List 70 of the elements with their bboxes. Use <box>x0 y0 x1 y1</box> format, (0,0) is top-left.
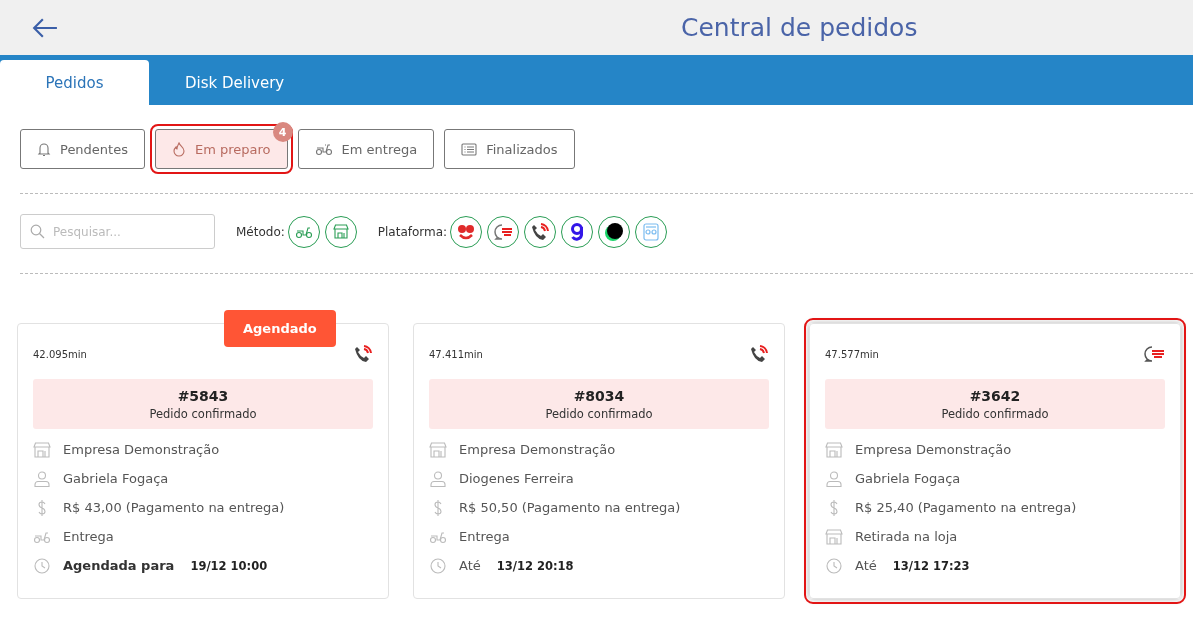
clock-icon <box>33 557 51 574</box>
bell-icon <box>37 141 51 157</box>
platform-filter-button[interactable] <box>561 215 594 248</box>
store-icon <box>33 441 51 458</box>
clock-icon <box>429 557 447 574</box>
scheduled-tag: Agendado <box>224 310 336 347</box>
customer-name: Diogenes Ferreira <box>459 471 574 486</box>
store-icon <box>429 441 447 458</box>
chat-icon <box>493 222 514 241</box>
company-name: Empresa Demonstração <box>459 442 616 457</box>
platform-filter-button[interactable] <box>524 215 557 248</box>
loop-logo-icon <box>569 221 586 242</box>
payment-info: R$ 25,40 (Pagamento na entrega) <box>855 500 1077 515</box>
robot-icon <box>642 221 661 242</box>
person-icon <box>33 470 51 487</box>
customer-name: Gabriela Fogaça <box>63 471 169 486</box>
back-arrow-icon[interactable] <box>32 16 58 39</box>
payment-info: R$ 50,50 (Pagamento na entrega) <box>459 500 681 515</box>
elapsed-time: 47.577min <box>825 348 879 360</box>
store-icon <box>332 224 349 239</box>
smiley-logo-icon <box>456 222 477 241</box>
platform-label: Plataforma: <box>377 224 448 239</box>
elapsed-time: 47.411min <box>429 348 483 360</box>
status-filter-button[interactable]: Finalizados <box>444 129 575 169</box>
page-title: Central de pedidos <box>681 13 918 42</box>
search-field[interactable]: Pesquisar... <box>20 214 215 249</box>
scooter-icon <box>294 224 313 239</box>
customer-name: Gabriela Fogaça <box>855 471 961 486</box>
list-icon <box>461 142 478 156</box>
chat-icon <box>1143 345 1165 363</box>
clock-icon <box>825 557 843 574</box>
tab[interactable]: Disk Delivery <box>149 60 321 105</box>
method-label: Método: <box>236 224 285 239</box>
search-icon <box>30 224 45 239</box>
phone-icon <box>530 221 551 242</box>
order-number: #8034 <box>573 387 625 404</box>
phone-icon <box>749 344 769 364</box>
delivery-method: Entrega <box>459 529 510 544</box>
phone-icon <box>353 344 373 364</box>
order-number: #5843 <box>177 387 229 404</box>
order-status: Pedido confirmado <box>545 406 653 421</box>
delivery-method: Retirada na loja <box>855 529 958 544</box>
platform-filter-button[interactable] <box>598 215 631 248</box>
company-name: Empresa Demonstração <box>63 442 220 457</box>
deadline-time: 19/12 10:00 <box>190 558 268 573</box>
order-status: Pedido confirmado <box>149 406 257 421</box>
status-filter-button[interactable]: Em entrega <box>297 129 435 169</box>
deadline-label: Até <box>459 558 481 573</box>
deadline-label: Agendada para <box>63 558 175 573</box>
deadline-time: 13/12 20:18 <box>496 558 574 573</box>
deadline-label: Até <box>855 558 877 573</box>
scooter-icon <box>314 142 333 156</box>
scooter-filter-button[interactable] <box>287 215 320 248</box>
status-filter-button[interactable]: Pendentes <box>20 129 145 169</box>
order-status: Pedido confirmado <box>941 406 1049 421</box>
delivery-method: Entrega <box>63 529 114 544</box>
circle-logo-icon <box>603 220 626 243</box>
person-icon <box>429 470 447 487</box>
store-icon <box>825 441 843 458</box>
deadline-time: 13/12 17:23 <box>892 558 970 573</box>
company-name: Empresa Demonstração <box>855 442 1012 457</box>
store-icon <box>825 528 843 545</box>
order-card[interactable]: 47.411min #8034 Pedido confirmado Empresa Demonstração Diogenes Ferreira R$ 50,50 (Pagamento na entrega) Entrega Até 13/12 20:18 <box>413 323 785 599</box>
flame-icon <box>172 141 186 157</box>
person-icon <box>825 470 843 487</box>
payment-info: R$ 43,00 (Pagamento na entrega) <box>63 500 285 515</box>
tab[interactable]: Pedidos <box>0 60 149 105</box>
elapsed-time: 42.095min <box>33 348 87 360</box>
store-filter-button[interactable] <box>324 215 357 248</box>
order-number: #3642 <box>969 387 1021 404</box>
